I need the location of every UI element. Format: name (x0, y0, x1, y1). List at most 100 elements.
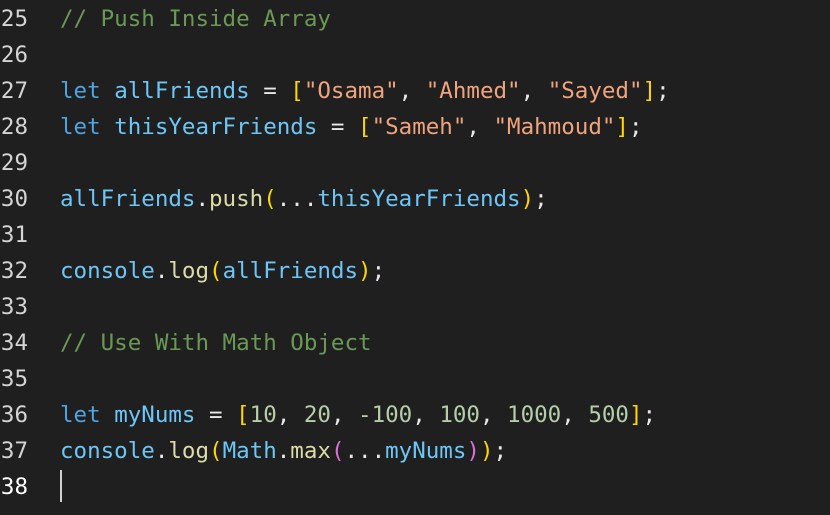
code-token: 1000 (507, 402, 562, 428)
code-token: ( (330, 438, 345, 464)
code-token: "Mahmoud" (493, 114, 616, 140)
code-token: = (317, 114, 359, 140)
text-cursor (60, 470, 62, 502)
code-line[interactable]: 32 console.log(allFriends); (0, 253, 830, 289)
code-token: . (276, 438, 291, 464)
code-text[interactable]: let allFriends = ["Osama", "Ahmed", "Say… (60, 73, 670, 109)
line-number: 38 (0, 474, 28, 500)
code-token: ( (263, 186, 277, 212)
code-line[interactable]: 33 (0, 289, 830, 325)
code-line[interactable]: 29 (0, 145, 830, 181)
code-token: ) (520, 186, 535, 212)
code-token: ] (642, 78, 657, 104)
code-token: ; (656, 78, 670, 104)
code-token: ... (344, 438, 386, 464)
code-token: . (195, 186, 210, 212)
code-token: , (398, 78, 426, 104)
code-token: [ (290, 78, 304, 104)
code-token: , (276, 402, 304, 428)
line-number: 25 (0, 6, 28, 32)
code-token: ) (358, 258, 372, 284)
code-token: push (209, 186, 264, 212)
line-number: 36 (0, 402, 28, 428)
code-token: -100 (358, 402, 413, 428)
code-token: 20 (303, 402, 331, 428)
code-token: , (466, 114, 494, 140)
code-token: ] (628, 402, 643, 428)
code-token: log (168, 438, 210, 464)
code-token: , (330, 402, 359, 428)
code-text[interactable]: // Use With Math Object (60, 325, 372, 361)
code-text[interactable]: let thisYearFriends = ["Sameh", "Mahmoud… (60, 109, 643, 145)
code-token: // Push Inside Array (60, 6, 331, 32)
code-line[interactable]: 38 (0, 469, 830, 505)
code-token: "Ahmed" (425, 78, 521, 104)
code-line[interactable]: 28 let thisYearFriends = ["Sameh", "Mahmo… (0, 109, 830, 145)
line-number: 33 (0, 294, 28, 320)
code-token: [ (236, 402, 250, 428)
line-number: 35 (0, 366, 28, 392)
code-token: let (60, 78, 101, 104)
code-token: 10 (249, 402, 277, 428)
code-token: allFriends (222, 258, 359, 284)
code-token: = (195, 402, 237, 428)
code-line[interactable]: 26 (0, 37, 830, 73)
code-token: max (290, 438, 331, 464)
code-token: ... (276, 186, 318, 212)
code-token: , (412, 402, 440, 428)
code-token: "Osama" (303, 78, 399, 104)
code-token: , (479, 402, 508, 428)
code-text[interactable]: console.log(Math.max(...myNums)); (60, 433, 507, 469)
line-number: 29 (0, 150, 28, 176)
code-text[interactable]: allFriends.push(...thisYearFriends); (60, 181, 548, 217)
code-token: allFriends (114, 78, 250, 104)
code-token: "Sameh" (371, 114, 467, 140)
code-token: = (249, 78, 291, 104)
code-token: log (168, 258, 210, 284)
line-number: 28 (0, 114, 28, 140)
code-line[interactable]: 30 allFriends.push(...thisYearFriends); (0, 181, 830, 217)
code-token: ] (615, 114, 629, 140)
code-token: let (60, 114, 101, 140)
code-text[interactable]: let myNums = [10, 20, -100, 100, 1000, 5… (60, 397, 656, 433)
line-number: 34 (0, 330, 28, 356)
code-editor[interactable]: 25 // Push Inside Array 26 27 let allFriends… (0, 0, 830, 515)
code-text[interactable]: console.log(allFriends); (60, 253, 385, 289)
code-token: ; (642, 402, 657, 428)
code-line[interactable]: 34 // Use With Math Object (0, 325, 830, 361)
code-token: thisYearFriends (114, 114, 318, 140)
code-token: ; (534, 186, 548, 212)
code-token: ) (466, 438, 480, 464)
code-token: Math (222, 438, 277, 464)
line-number: 31 (0, 222, 28, 248)
code-line[interactable]: 37 console.log(Math.max(...myNums)); (0, 433, 830, 469)
code-token: console (60, 438, 155, 464)
code-token: 100 (439, 402, 480, 428)
code-token: myNums (385, 438, 467, 464)
line-number: 30 (0, 186, 28, 212)
code-token: "Sayed" (547, 78, 643, 104)
code-line[interactable]: 31 (0, 217, 830, 253)
code-text[interactable]: // Push Inside Array (60, 1, 331, 37)
code-token: ( (209, 438, 223, 464)
code-token: myNums (114, 402, 196, 428)
code-token: // Use With Math Object (60, 330, 372, 356)
code-token: . (154, 258, 169, 284)
code-token: ; (371, 258, 386, 284)
code-token: ; (493, 438, 508, 464)
code-line[interactable]: 25 // Push Inside Array (0, 1, 830, 37)
code-line[interactable]: 35 (0, 361, 830, 397)
code-line[interactable]: 27 let allFriends = ["Osama", "Ahmed", "S… (0, 73, 830, 109)
code-token: console (60, 258, 155, 284)
line-number: 26 (0, 42, 28, 68)
code-token: , (520, 78, 548, 104)
line-number: 37 (0, 438, 28, 464)
code-token: let (60, 402, 101, 428)
code-token: allFriends (60, 186, 196, 212)
code-token: , (561, 402, 589, 428)
code-token: [ (358, 114, 372, 140)
code-line[interactable]: 36 let myNums = [10, 20, -100, 100, 1000,… (0, 397, 830, 433)
code-token: ; (628, 114, 643, 140)
